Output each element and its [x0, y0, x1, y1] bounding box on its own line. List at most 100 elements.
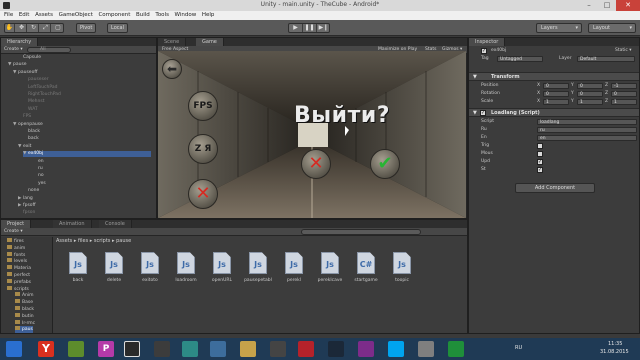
asset-item[interactable]: C# startgame: [351, 252, 381, 292]
app-green-icon[interactable]: [448, 341, 464, 357]
app-icon[interactable]: [270, 341, 286, 357]
app-p-icon[interactable]: P: [98, 341, 114, 357]
script-checkbox[interactable]: [537, 151, 543, 157]
steam-icon[interactable]: [328, 341, 344, 357]
hierarchy-item[interactable]: ▶ fpsoff: [18, 203, 36, 209]
local-toggle[interactable]: Local: [107, 23, 128, 33]
transform-x-field[interactable]: 0: [543, 83, 569, 89]
rect-tool-icon[interactable]: ▢: [53, 24, 63, 32]
tab-inspector[interactable]: Inspector: [469, 38, 506, 46]
tab-hierarchy[interactable]: Hierarchy: [1, 38, 39, 46]
transform-y-field[interactable]: 1: [577, 99, 603, 105]
hierarchy-item[interactable]: no: [33, 173, 44, 179]
transform-y-field[interactable]: 0: [577, 83, 603, 89]
project-tree-item[interactable]: paus: [15, 326, 33, 334]
app-purple-icon[interactable]: [358, 341, 374, 357]
minecraft-icon[interactable]: [68, 341, 84, 357]
hierarchy-item[interactable]: ▼ ex40bj: [23, 151, 151, 158]
back-arrow-button[interactable]: ⬅: [162, 59, 182, 79]
hierarchy-item[interactable]: ▼ pause: [8, 62, 27, 68]
unity-taskbar-icon[interactable]: [124, 341, 140, 357]
hierarchy-item[interactable]: RightTouchPad: [23, 92, 61, 98]
maximize-button[interactable]: □: [598, 0, 616, 11]
tab-animation[interactable]: Animation: [53, 220, 92, 228]
hand-tool-icon[interactable]: ✋: [5, 24, 15, 32]
layer-dropdown[interactable]: Default: [577, 56, 635, 62]
active-checkbox[interactable]: ✓: [481, 48, 487, 54]
static-toggle[interactable]: Static ▾: [615, 47, 632, 55]
asset-item[interactable]: Js exitoto: [135, 252, 165, 292]
start-button-icon[interactable]: [6, 341, 22, 357]
script-checkbox[interactable]: [537, 143, 543, 149]
monodevelop-icon[interactable]: [182, 341, 198, 357]
add-component-button[interactable]: Add Component: [515, 183, 595, 193]
menu-window[interactable]: Window: [175, 11, 197, 20]
project-create-button[interactable]: Create ▾: [4, 228, 23, 236]
hierarchy-item[interactable]: ▶ lang: [18, 196, 33, 202]
unity-editor-icon[interactable]: [154, 341, 170, 357]
script-enabled-checkbox[interactable]: ✓: [480, 110, 486, 116]
hierarchy-search-input[interactable]: All: [27, 47, 71, 53]
hierarchy-item[interactable]: fpson: [18, 210, 35, 216]
filezilla-icon[interactable]: [298, 341, 314, 357]
menu-tools[interactable]: Tools: [155, 11, 169, 20]
pause-icon[interactable]: ❚❚: [303, 24, 317, 32]
hierarchy-item[interactable]: ▼ exit: [18, 144, 31, 150]
hierarchy-item[interactable]: FPS: [18, 114, 31, 120]
script-checkbox[interactable]: ✓: [537, 167, 543, 173]
transform-z-field[interactable]: 0: [611, 91, 637, 97]
folder-icon[interactable]: [240, 341, 256, 357]
hierarchy-item[interactable]: Capsule: [18, 55, 41, 61]
hierarchy-item[interactable]: black: [23, 129, 40, 135]
asset-item[interactable]: Js toopic: [387, 252, 417, 292]
script-field-input[interactable]: en: [537, 135, 637, 141]
yes-button[interactable]: ✔: [370, 149, 400, 179]
transform-z-field[interactable]: 1: [611, 99, 637, 105]
menu-edit[interactable]: Edit: [19, 11, 30, 20]
menu-component[interactable]: Component: [98, 11, 130, 20]
menu-assets[interactable]: Assets: [35, 11, 53, 20]
hierarchy-item[interactable]: en: [33, 159, 44, 165]
rotate-tool-icon[interactable]: ↻: [29, 24, 39, 32]
play-icon[interactable]: ▶: [289, 24, 303, 32]
pivot-toggle[interactable]: Pivot: [76, 23, 97, 33]
script-field[interactable]: loadlang: [537, 119, 637, 125]
script-header[interactable]: ▼ ✓ Loadlang (Script): [469, 108, 639, 117]
script-checkbox[interactable]: ✓: [537, 159, 543, 165]
move-tool-icon[interactable]: ✥: [17, 24, 27, 32]
fps-button[interactable]: FPS: [188, 91, 218, 121]
tab-game[interactable]: Game: [196, 38, 224, 46]
quit-button[interactable]: ✕: [188, 179, 218, 209]
transform-z-field[interactable]: -1: [611, 83, 637, 89]
asset-item[interactable]: Js perekl: [279, 252, 309, 292]
layout-dropdown[interactable]: Layout ▾: [588, 23, 636, 33]
tab-scene[interactable]: Scene: [158, 38, 187, 46]
layers-dropdown[interactable]: Layers ▾: [536, 23, 582, 33]
transform-x-field[interactable]: 1: [543, 99, 569, 105]
explorer-icon[interactable]: [210, 341, 226, 357]
asset-item[interactable]: Js pereklcave: [315, 252, 345, 292]
step-icon[interactable]: ▶❙: [317, 24, 330, 32]
transform-header[interactable]: ▼ Transform: [469, 72, 639, 81]
transform-y-field[interactable]: 0: [577, 91, 603, 97]
hierarchy-item[interactable]: back: [23, 136, 39, 142]
app-blue-icon[interactable]: [388, 341, 404, 357]
script-field-input[interactable]: ru: [537, 127, 637, 133]
hierarchy-item[interactable]: none: [23, 188, 39, 194]
tab-console[interactable]: Console: [99, 220, 132, 228]
asset-item[interactable]: Js back: [63, 252, 93, 292]
menu-gameobject[interactable]: GameObject: [59, 11, 93, 20]
hierarchy-item[interactable]: Mehnst: [23, 99, 44, 105]
scale-tool-icon[interactable]: ⤢: [41, 24, 51, 32]
project-search-input[interactable]: [301, 229, 421, 235]
input-language[interactable]: RU: [515, 345, 522, 351]
hierarchy-item[interactable]: LeftTouchPad: [23, 85, 58, 91]
language-button[interactable]: Z Я: [188, 134, 218, 164]
menu-build[interactable]: Build: [136, 11, 150, 20]
hierarchy-item[interactable]: WAT: [23, 107, 38, 113]
tab-project[interactable]: Project: [1, 220, 32, 228]
yandex-browser-icon[interactable]: Y: [38, 341, 54, 357]
menu-file[interactable]: File: [4, 11, 13, 20]
close-button[interactable]: ✕: [616, 0, 640, 11]
menu-help[interactable]: Help: [202, 11, 215, 20]
